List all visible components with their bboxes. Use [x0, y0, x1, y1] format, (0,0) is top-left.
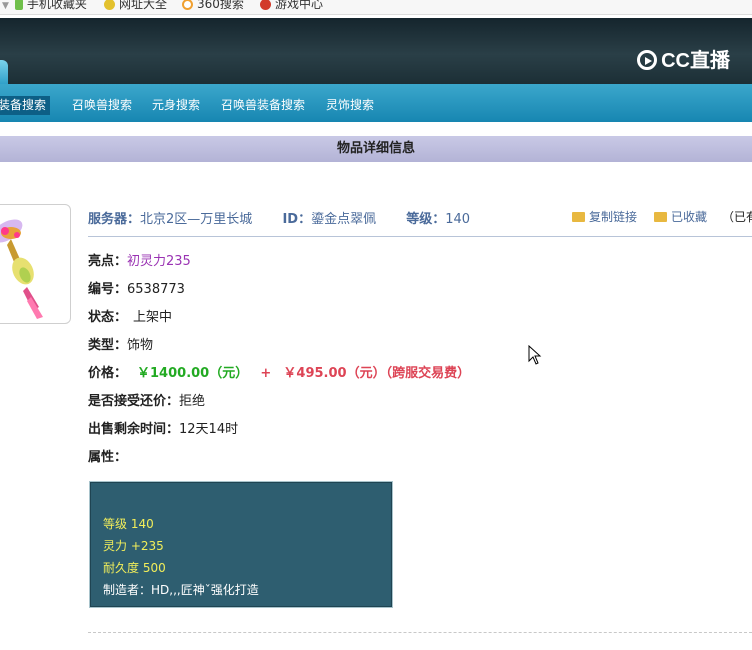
attr-level: 等级 140	[103, 517, 154, 531]
id-label: ID：	[282, 212, 312, 227]
attr-durability: 耐久度 500	[103, 561, 166, 575]
page-title: 物品详细信息	[0, 136, 752, 162]
status-value: 上架中	[133, 310, 173, 325]
attribute-panel: 等级 140 灵力 +235 耐久度 500 制造者：HD,,,匠神ˇ强化打造	[89, 481, 393, 608]
nav-equipment-search[interactable]: 装备搜索	[0, 96, 51, 115]
id-value: 鎏金点翠佩	[311, 212, 377, 227]
game-icon	[260, 0, 271, 10]
favorite-folder-icon	[654, 212, 667, 222]
item-summary: 服务器：北京2区—万里长城 ID：鎏金点翠佩 等级：140	[88, 208, 752, 237]
search-nav: 装备搜索 召唤兽搜索 元身搜索 召唤兽装备搜索 灵饰搜索	[0, 84, 752, 122]
search-icon	[182, 0, 193, 10]
cc-logo-icon	[637, 50, 658, 70]
nav-summon-search[interactable]: 召唤兽搜索	[68, 96, 136, 115]
number-row: 编号：6538773	[88, 278, 185, 297]
attributes-row: 属性：	[88, 446, 127, 465]
attr-spirit: 灵力 +235	[103, 539, 164, 553]
price-row: 价格： ￥1400.00（元） + ￥495.00（元）（跨服交易费）	[88, 362, 470, 381]
type-row: 类型：饰物	[88, 334, 153, 353]
attr-maker: 制造者：HD,,,匠神ˇ强化打造	[103, 583, 259, 597]
level-value: 140	[445, 212, 471, 227]
bookmark-url-directory[interactable]: 网址大全	[104, 0, 167, 12]
remaining-time-row: 出售剩余时间：12天14时	[88, 418, 238, 437]
attributes-label: 属性：	[88, 450, 128, 465]
copy-link-button[interactable]: 复制链接	[572, 208, 637, 225]
banner-tab[interactable]	[0, 60, 8, 86]
bookmark-game-center[interactable]: 游戏中心	[260, 0, 323, 12]
favorite-count-text: （已有	[722, 210, 752, 224]
ornament-icon	[0, 219, 43, 319]
highlight-label: 亮点：	[88, 254, 128, 269]
counter-offer-label: 是否接受还价：	[88, 394, 180, 409]
mouse-cursor-icon	[528, 345, 542, 365]
remaining-time-value: 12天14时	[179, 422, 239, 437]
bookmarks-bar: ▼ 手机收藏夹 网址大全 360搜索 游戏中心	[0, 0, 752, 15]
price-value: ￥1400.00（元）	[137, 366, 249, 381]
nav-summon-equipment-search[interactable]: 召唤兽装备搜索	[217, 96, 309, 115]
type-label: 类型：	[88, 338, 128, 353]
highlight-value: 初灵力235	[127, 254, 191, 269]
bookmark-mobile-favorites[interactable]: ▼ 手机收藏夹	[2, 0, 87, 12]
number-label: 编号：	[88, 282, 128, 297]
server-label: 服务器：	[88, 212, 141, 227]
dropdown-arrow-icon[interactable]: ▼	[2, 1, 9, 11]
highlight-row: 亮点：初灵力235	[88, 250, 191, 269]
header-banner: CC直播	[0, 18, 752, 86]
nav-yuanshen-search[interactable]: 元身搜索	[148, 96, 204, 115]
counter-offer-row: 是否接受还价：拒绝	[88, 390, 205, 409]
price-plus: +	[260, 366, 272, 381]
cc-live-logo: CC直播	[637, 44, 730, 73]
bookmark-360-search[interactable]: 360搜索	[182, 0, 244, 12]
price-label: 价格：	[88, 366, 128, 381]
divider	[88, 632, 752, 633]
star-icon	[104, 0, 115, 10]
level-label: 等级：	[406, 212, 446, 227]
nav-ornament-search[interactable]: 灵饰搜索	[322, 96, 378, 115]
counter-offer-value: 拒绝	[179, 394, 206, 409]
remaining-time-label: 出售剩余时间：	[88, 422, 180, 437]
item-image	[0, 204, 71, 324]
phone-icon	[14, 0, 23, 10]
number-value: 6538773	[127, 282, 185, 297]
copy-link-icon	[572, 212, 585, 222]
status-row: 状态： 上架中	[88, 306, 172, 325]
status-label: 状态：	[88, 310, 128, 325]
favorited-button[interactable]: 已收藏	[654, 208, 707, 225]
fee-value: ￥495.00（元）（跨服交易费）	[283, 366, 471, 381]
server-value: 北京2区—万里长城	[140, 212, 253, 227]
type-value: 饰物	[127, 338, 154, 353]
